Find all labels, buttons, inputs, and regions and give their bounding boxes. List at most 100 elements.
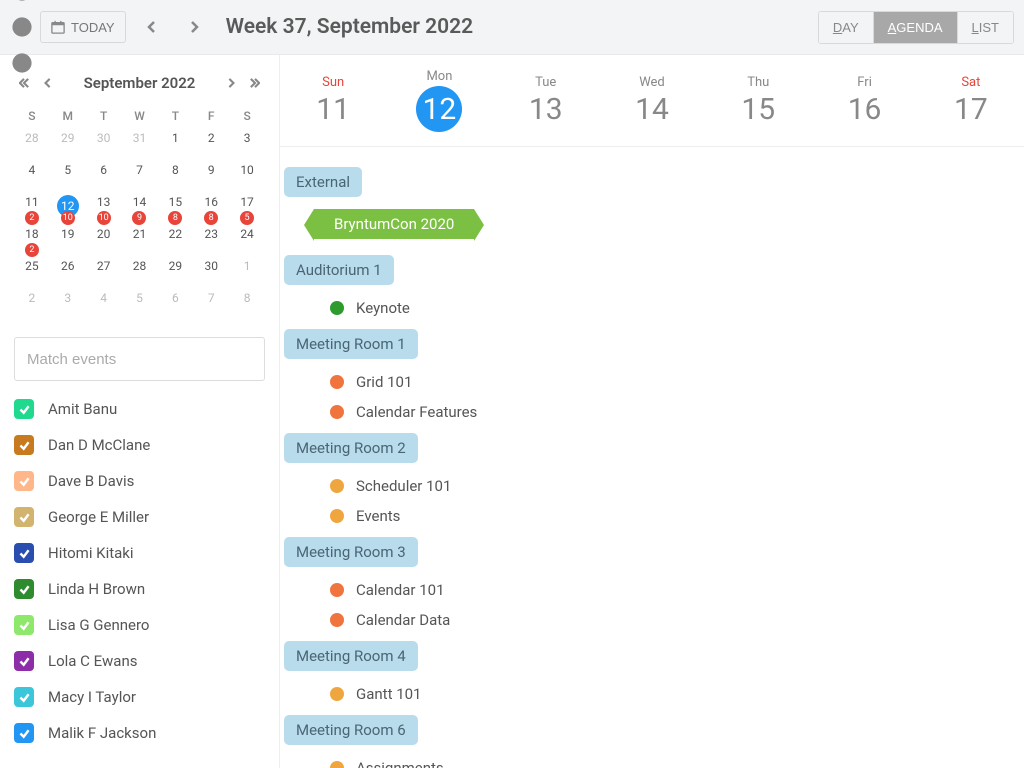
minical-day[interactable]: 8 bbox=[157, 161, 193, 193]
minical-day[interactable]: 8 bbox=[229, 289, 265, 321]
minical-day[interactable]: 30 bbox=[193, 257, 229, 289]
week-day-column[interactable]: Fri16 bbox=[811, 55, 917, 146]
minical-day[interactable]: 30 bbox=[86, 129, 122, 161]
minical-day[interactable]: 168 bbox=[193, 193, 229, 225]
filter-events-input[interactable] bbox=[14, 337, 265, 381]
agenda-group-label[interactable]: Meeting Room 2 bbox=[284, 433, 418, 463]
view-list-button[interactable]: LIST bbox=[958, 12, 1013, 43]
minical-day[interactable]: 9 bbox=[193, 161, 229, 193]
minical-next-year[interactable] bbox=[245, 73, 265, 93]
view-day-button[interactable]: DAY bbox=[819, 12, 874, 43]
agenda-event-row[interactable]: Calendar Features bbox=[284, 397, 1024, 427]
minical-day[interactable]: 26 bbox=[50, 257, 86, 289]
agenda-spanning-event[interactable]: BryntumCon 2020 bbox=[314, 209, 474, 239]
minical-day[interactable]: 23 bbox=[193, 225, 229, 257]
minical-prev-year[interactable] bbox=[14, 73, 34, 93]
minical-day[interactable]: 3 bbox=[50, 289, 86, 321]
agenda-group-label[interactable]: Meeting Room 1 bbox=[284, 329, 418, 359]
resource-filter-item[interactable]: George E Miller bbox=[14, 507, 265, 527]
resource-filter-item[interactable]: Malik F Jackson bbox=[14, 723, 265, 743]
minical-day-number: 1 bbox=[244, 259, 251, 273]
event-color-dot bbox=[330, 761, 344, 768]
minical-day[interactable]: 182 bbox=[14, 225, 50, 257]
resource-filter-item[interactable]: Lisa G Gennero bbox=[14, 615, 265, 635]
prev-week-button[interactable] bbox=[136, 11, 168, 43]
agenda-event-row[interactable]: Assignments bbox=[284, 753, 1024, 768]
minical-day[interactable]: 112 bbox=[14, 193, 50, 225]
minical-day[interactable]: 175 bbox=[229, 193, 265, 225]
minical-day[interactable]: 2 bbox=[193, 129, 229, 161]
resource-list: Amit Banu Dan D McClane Dave B Davis George… bbox=[14, 399, 265, 743]
agenda-event-row[interactable]: Calendar 101 bbox=[284, 575, 1024, 605]
agenda-event-row[interactable]: Gantt 101 bbox=[284, 679, 1024, 709]
minical-day-number: 14 bbox=[133, 195, 147, 209]
minical-day[interactable]: 6 bbox=[157, 289, 193, 321]
minical-day[interactable]: 7 bbox=[122, 161, 158, 193]
resource-filter-item[interactable]: Amit Banu bbox=[14, 399, 265, 419]
agenda-group-label[interactable]: Meeting Room 4 bbox=[284, 641, 418, 671]
minical-day[interactable]: 24 bbox=[229, 225, 265, 257]
resource-filter-item[interactable]: Hitomi Kitaki bbox=[14, 543, 265, 563]
week-day-column[interactable]: Mon12 bbox=[386, 55, 492, 146]
minical-day-number: 26 bbox=[61, 259, 75, 273]
agenda-event-row[interactable]: Events bbox=[284, 501, 1024, 531]
agenda-group-label[interactable]: Meeting Room 3 bbox=[284, 537, 418, 567]
minical-day[interactable]: 4 bbox=[14, 161, 50, 193]
resource-filter-item[interactable]: Dave B Davis bbox=[14, 471, 265, 491]
minical-day[interactable]: 20 bbox=[86, 225, 122, 257]
event-title: Scheduler 101 bbox=[356, 477, 451, 495]
minical-day[interactable]: 1310 bbox=[86, 193, 122, 225]
week-day-column[interactable]: Tue13 bbox=[493, 55, 599, 146]
week-day-column[interactable]: Thu15 bbox=[705, 55, 811, 146]
agenda-event-row[interactable]: Keynote bbox=[284, 293, 1024, 323]
resource-filter-item[interactable]: Macy I Taylor bbox=[14, 687, 265, 707]
today-button[interactable]: TODAY bbox=[40, 11, 126, 43]
week-day-column[interactable]: Wed14 bbox=[599, 55, 705, 146]
minical-day[interactable]: 27 bbox=[86, 257, 122, 289]
agenda-event-row[interactable]: Calendar Data bbox=[284, 605, 1024, 635]
minical-day[interactable]: 5 bbox=[122, 289, 158, 321]
minical-day[interactable]: 1 bbox=[229, 257, 265, 289]
minical-day[interactable]: 25 bbox=[14, 257, 50, 289]
resource-filter-item[interactable]: Dan D McClane bbox=[14, 435, 265, 455]
minical-day[interactable]: 149 bbox=[122, 193, 158, 225]
resource-name: Malik F Jackson bbox=[48, 724, 156, 742]
minical-day[interactable]: 1 bbox=[157, 129, 193, 161]
minical-day[interactable]: 4 bbox=[86, 289, 122, 321]
minical-day[interactable]: 10 bbox=[229, 161, 265, 193]
view-agenda-button[interactable]: AGENDA bbox=[874, 12, 958, 43]
minical-day[interactable]: 21 bbox=[122, 225, 158, 257]
minical-day[interactable]: 19 bbox=[50, 225, 86, 257]
minical-dow-header: S bbox=[229, 103, 265, 129]
resource-filter-item[interactable]: Linda H Brown bbox=[14, 579, 265, 599]
minical-day[interactable]: 2 bbox=[14, 289, 50, 321]
minical-day[interactable]: 22 bbox=[157, 225, 193, 257]
minical-day[interactable]: 158 bbox=[157, 193, 193, 225]
minical-day[interactable]: 29 bbox=[157, 257, 193, 289]
agenda-event-row[interactable]: Scheduler 101 bbox=[284, 471, 1024, 501]
agenda-group-label[interactable]: Auditorium 1 bbox=[284, 255, 394, 285]
kebab-menu-icon[interactable] bbox=[10, 13, 34, 41]
day-number: 14 bbox=[635, 92, 669, 127]
week-day-column[interactable]: Sun11 bbox=[280, 55, 386, 146]
resource-name: Lola C Ewans bbox=[48, 652, 137, 670]
minical-next-month[interactable] bbox=[221, 73, 241, 93]
minical-day[interactable]: 1210 bbox=[50, 193, 86, 225]
minical-day[interactable]: 5 bbox=[50, 161, 86, 193]
minical-day[interactable]: 28 bbox=[122, 257, 158, 289]
minical-day[interactable]: 31 bbox=[122, 129, 158, 161]
minical-day-number: 11 bbox=[25, 195, 39, 209]
week-day-column[interactable]: Sat17 bbox=[918, 55, 1024, 146]
minical-day[interactable]: 6 bbox=[86, 161, 122, 193]
resource-filter-item[interactable]: Lola C Ewans bbox=[14, 651, 265, 671]
minical-day[interactable]: 29 bbox=[50, 129, 86, 161]
agenda-event-row[interactable]: Grid 101 bbox=[284, 367, 1024, 397]
agenda-group-label[interactable]: External bbox=[284, 167, 362, 197]
minical-day[interactable]: 3 bbox=[229, 129, 265, 161]
checkbox-icon bbox=[14, 615, 34, 635]
minical-day[interactable]: 7 bbox=[193, 289, 229, 321]
minical-day[interactable]: 28 bbox=[14, 129, 50, 161]
next-week-button[interactable] bbox=[178, 11, 210, 43]
agenda-group-label[interactable]: Meeting Room 6 bbox=[284, 715, 418, 745]
minical-prev-month[interactable] bbox=[38, 73, 58, 93]
